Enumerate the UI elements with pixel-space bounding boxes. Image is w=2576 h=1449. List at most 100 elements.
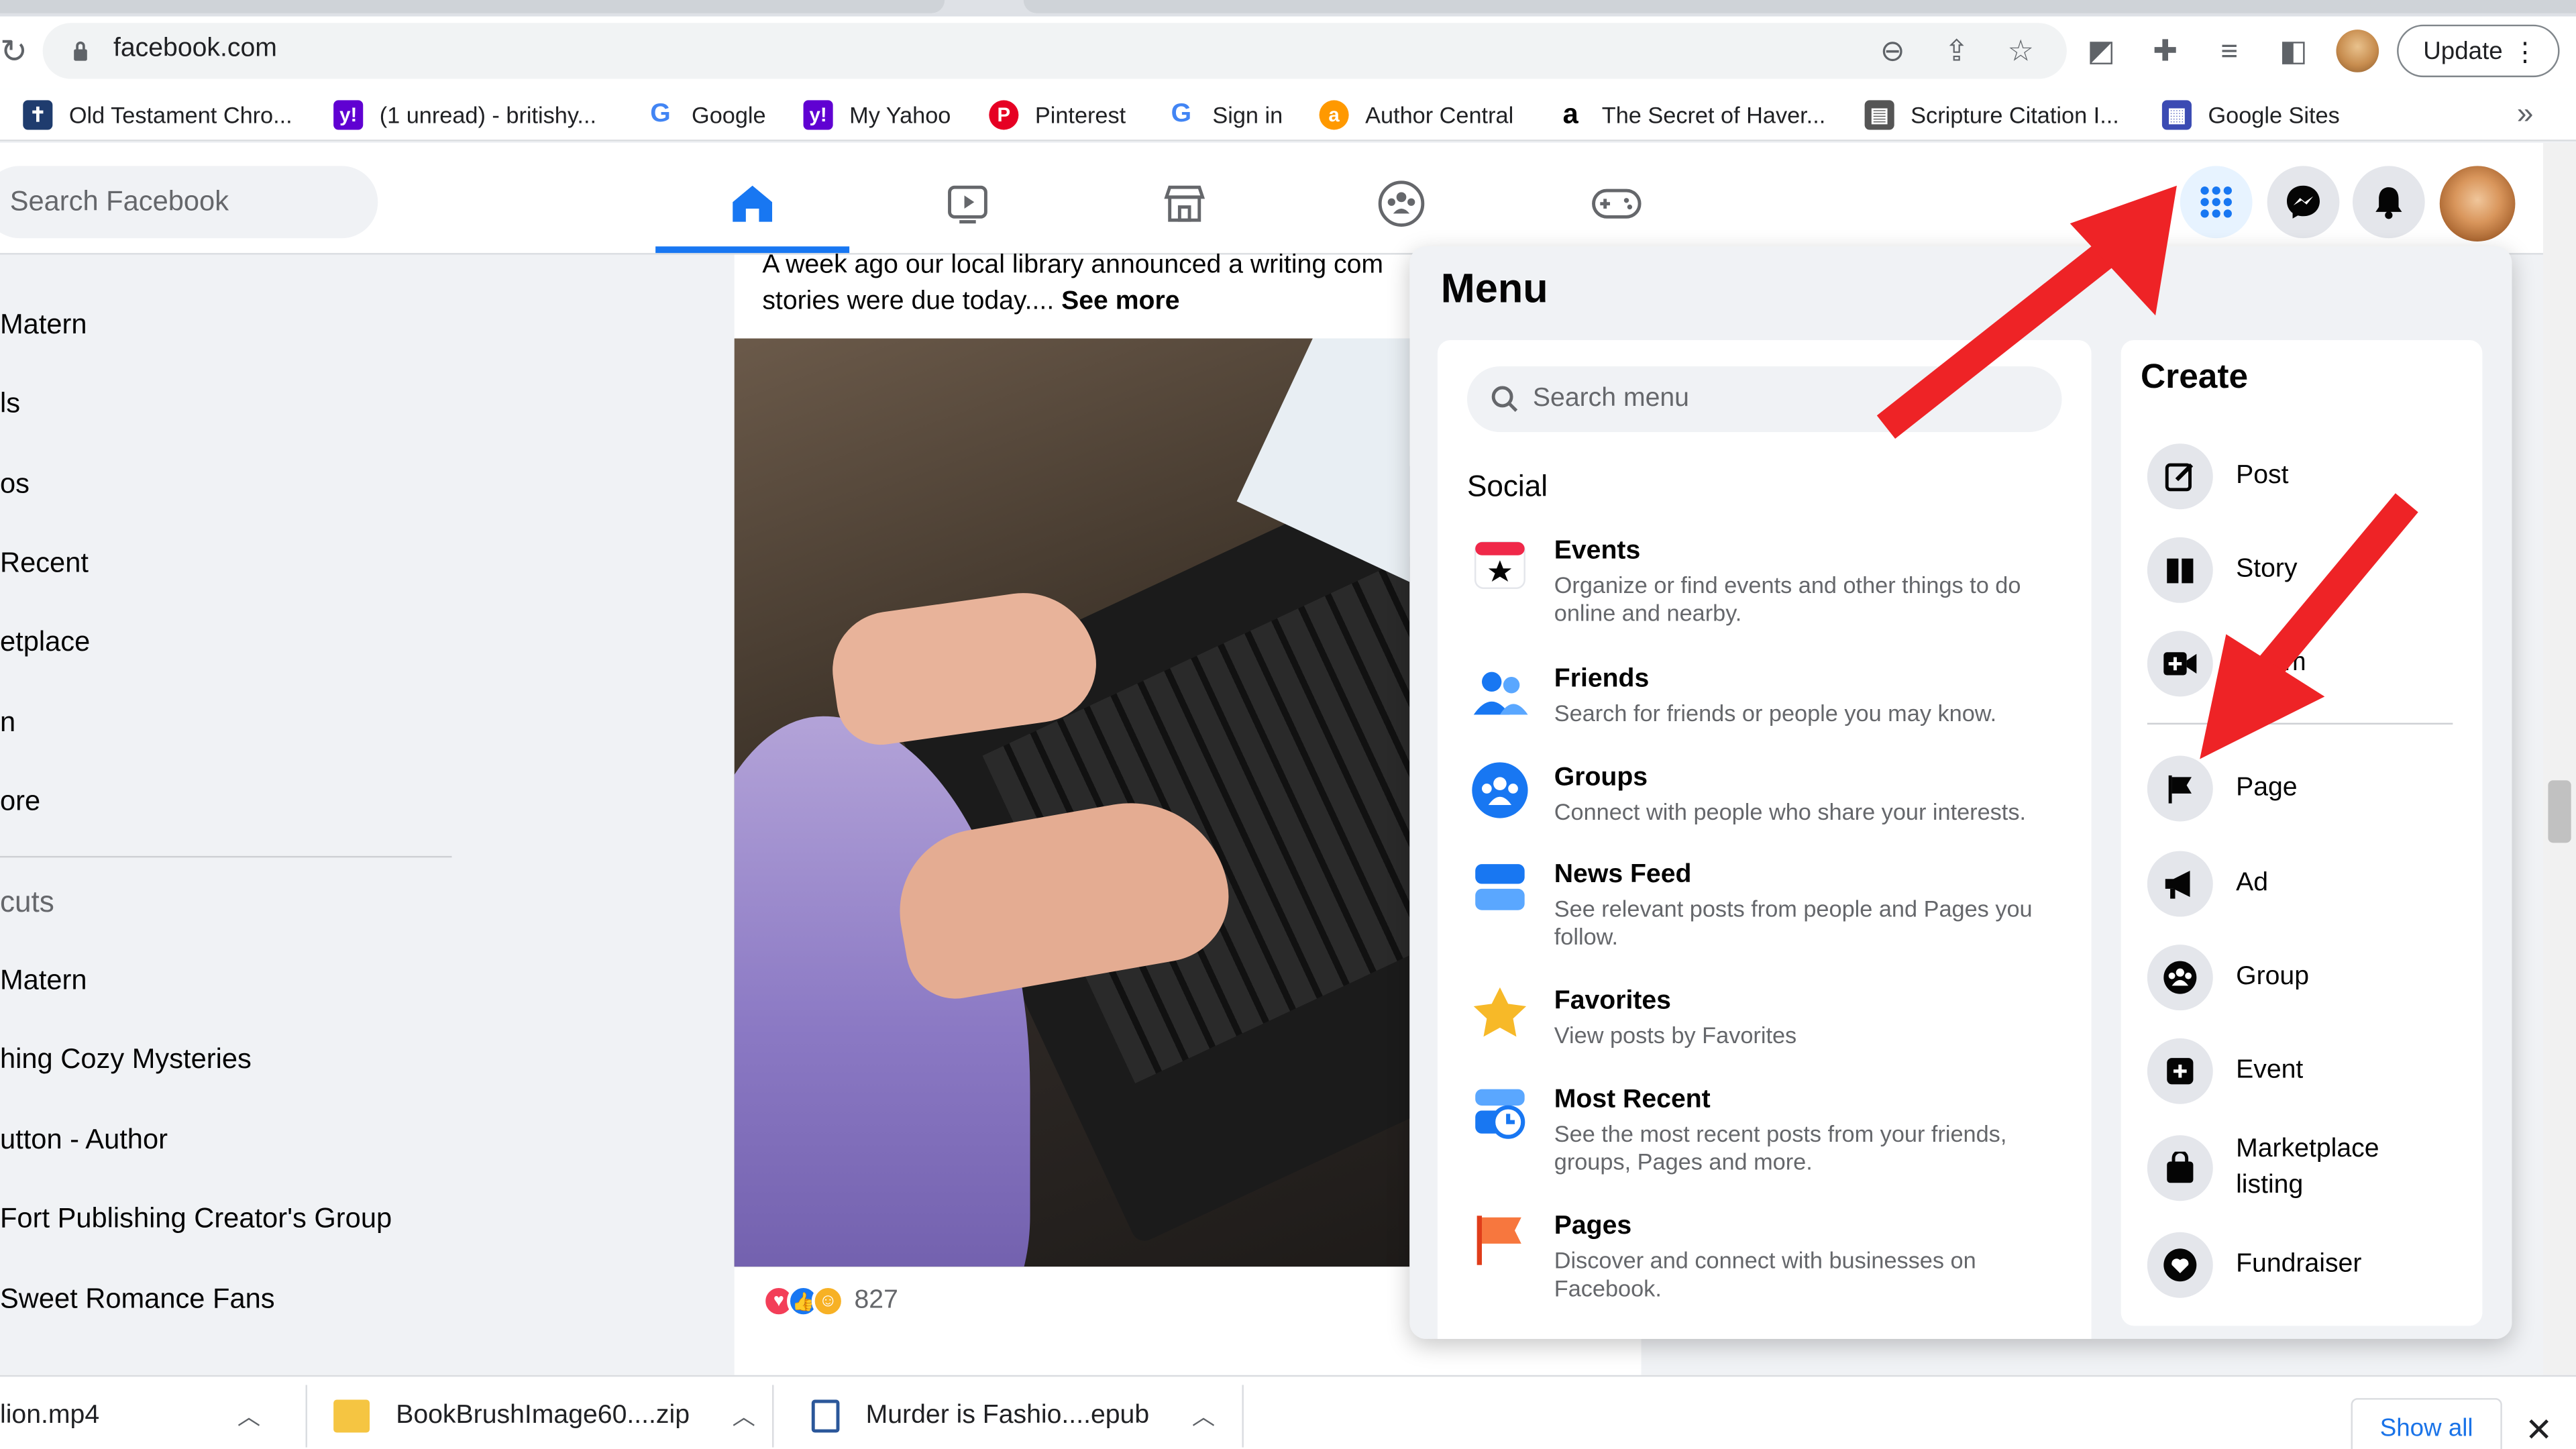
bookmark-item[interactable]: y! My Yahoo <box>803 92 951 138</box>
menu-item-title: Favorites <box>1554 987 1671 1016</box>
extension-icon[interactable]: ◩ <box>2083 33 2119 69</box>
menu-item-title: Pages <box>1554 1212 1632 1240</box>
chevron-up-icon[interactable]: ︿ <box>733 1400 755 1433</box>
menu-item-title: Events <box>1554 537 1641 566</box>
chevron-up-icon[interactable]: ︿ <box>237 1400 260 1433</box>
bookmark-item[interactable]: a The Secret of Haver... <box>1556 92 1826 138</box>
bookmark-item[interactable]: ✝ Old Testament Chro... <box>23 92 292 138</box>
download-filename: BookBrushImage60....zip <box>396 1401 690 1430</box>
account-avatar[interactable] <box>2439 166 2516 242</box>
author-central-icon: a <box>1319 100 1349 130</box>
sidebar-divider <box>0 855 452 858</box>
bookmark-item[interactable]: y! (1 unread) - britishy... <box>333 92 596 138</box>
bookmark-label: Google Sites <box>2208 101 2340 129</box>
shortcut-item[interactable]: utton - Author <box>0 1124 168 1157</box>
create-group[interactable]: Group <box>2147 945 2309 1011</box>
create-item-label: Ad <box>2236 869 2269 898</box>
download-item[interactable]: BookBrushImage60....zip ︿ <box>333 1399 755 1433</box>
profile-avatar-mini[interactable] <box>2336 30 2379 72</box>
download-item[interactable]: Murder is Fashio....epub ︿ <box>811 1399 1215 1433</box>
close-icon[interactable]: ✕ <box>2525 1409 2553 1449</box>
group-icon <box>2147 945 2213 1011</box>
zoom-icon[interactable]: ⊖ <box>1874 33 1911 69</box>
chevron-up-icon[interactable]: ︿ <box>1192 1400 1215 1433</box>
bookmark-item[interactable]: ▤ Scripture Citation I... <box>1864 92 2119 138</box>
url-text[interactable]: facebook.com <box>113 34 277 64</box>
sidebar-item[interactable]: ls <box>0 388 20 421</box>
video-icon <box>948 185 987 224</box>
shortcut-item[interactable]: hing Cozy Mysteries <box>0 1043 252 1076</box>
menu-item-most-recent[interactable]: Most Recent See the most recent posts fro… <box>1470 1083 2062 1177</box>
create-fundraiser[interactable]: Fundraiser <box>2147 1232 2361 1298</box>
amazon-icon: a <box>1562 98 1578 130</box>
sidebar-item[interactable]: etplace <box>0 626 90 659</box>
download-item[interactable]: lion.mp4 ︿ <box>0 1400 260 1433</box>
notifications-button[interactable] <box>2352 166 2425 239</box>
address-bar[interactable] <box>42 23 2067 79</box>
bookmark-item[interactable]: a Author Central <box>1319 92 1514 138</box>
menu-item-groups[interactable]: Groups Connect with people who share your… <box>1470 761 2062 826</box>
reload-icon[interactable]: ↻ <box>0 32 28 72</box>
sidebar-item[interactable]: ore <box>0 786 40 818</box>
create-item-label: Group <box>2236 963 2309 991</box>
scrollbar-thumb[interactable] <box>2548 780 2571 843</box>
bookmark-item[interactable]: P Pinterest <box>989 92 1126 138</box>
menu-item-news-feed[interactable]: News Feed See relevant posts from people … <box>1470 857 2062 951</box>
bookmark-item[interactable]: G Google <box>645 92 765 138</box>
share-icon[interactable]: ⇪ <box>1939 33 1975 69</box>
download-filename: lion.mp4 <box>0 1401 100 1430</box>
marketplace-tab[interactable] <box>1135 164 1234 244</box>
puzzle-icon[interactable]: ✚ <box>2147 33 2184 69</box>
kebab-menu-icon[interactable]: ⋮ <box>2512 36 2538 69</box>
events-icon <box>1470 534 1529 593</box>
messenger-button[interactable] <box>2267 166 2340 239</box>
download-separator <box>1242 1385 1244 1448</box>
pinterest-icon: P <box>989 100 1019 130</box>
update-button[interactable]: Update ⋮ <box>2397 24 2560 78</box>
create-marketplace-listing[interactable]: Marketplace listing <box>2147 1132 2417 1204</box>
menu-item-description: See the most recent posts from your frie… <box>1554 1120 2007 1175</box>
bell-icon <box>2375 187 2402 219</box>
favorites-star-icon <box>1470 984 1529 1043</box>
side-panel-icon[interactable]: ◧ <box>2275 33 2312 69</box>
menu-item-favorites[interactable]: Favorites View posts by Favorites <box>1470 984 2062 1050</box>
menu-item-friends[interactable]: Friends Search for friends or people you … <box>1470 662 2062 728</box>
reaction-count: 827 <box>854 1286 898 1315</box>
sidebar-item[interactable]: Recent <box>0 547 89 580</box>
groups-tab[interactable] <box>1352 164 1451 244</box>
shortcut-item[interactable]: Matern <box>0 965 87 998</box>
media-queue-icon[interactable]: ≡ <box>2211 33 2247 69</box>
shortcut-item[interactable]: Sweet Romance Fans <box>0 1283 275 1316</box>
see-more-link[interactable]: See more <box>1061 288 1179 316</box>
sidebar-item[interactable]: Matern <box>0 309 87 341</box>
bookmark-item[interactable]: ▦ Google Sites <box>2161 92 2340 138</box>
bible-icon: ✝ <box>23 100 53 130</box>
bookmark-label: Author Central <box>1365 101 1514 129</box>
create-event[interactable]: Event <box>2147 1038 2303 1104</box>
chevron-more-icon[interactable]: » <box>2517 97 2534 131</box>
bookmark-star-icon[interactable]: ☆ <box>2002 33 2039 69</box>
home-icon <box>733 185 773 222</box>
bookmark-item[interactable]: G Sign in <box>1167 92 1283 138</box>
create-ad[interactable]: Ad <box>2147 851 2268 917</box>
sidebar-item[interactable]: os <box>0 468 30 501</box>
bookmark-label: My Yahoo <box>849 101 951 129</box>
create-item-label: Event <box>2236 1056 2304 1085</box>
menu-item-events[interactable]: Events Organize or find events and other … <box>1470 534 2062 628</box>
search-facebook-input[interactable]: Search Facebook <box>0 166 378 239</box>
menu-item-pages[interactable]: Pages Discover and connect with businesse… <box>1470 1209 2062 1303</box>
reaction-summary[interactable]: ♥ 👍 ☺ 827 <box>762 1285 898 1318</box>
post-photo[interactable] <box>734 338 1410 1267</box>
menu-item-description: Connect with people who share your inter… <box>1554 798 2027 825</box>
gaming-tab[interactable] <box>1567 164 1666 244</box>
show-all-downloads-button[interactable]: Show all <box>2351 1398 2502 1449</box>
messenger-icon <box>2287 185 2320 219</box>
home-tab[interactable] <box>703 164 802 244</box>
shortcut-item[interactable]: Fort Publishing Creator's Group <box>0 1203 392 1236</box>
sidebar-item[interactable]: n <box>0 706 15 739</box>
page-scrollbar[interactable] <box>2543 143 2576 1375</box>
watch-tab[interactable] <box>918 164 1017 244</box>
google-sites-icon: ▦ <box>2161 100 2192 130</box>
menu-item-description: Discover and connect with businesses on … <box>1554 1246 1976 1301</box>
pages-flag-icon <box>1470 1209 1529 1268</box>
